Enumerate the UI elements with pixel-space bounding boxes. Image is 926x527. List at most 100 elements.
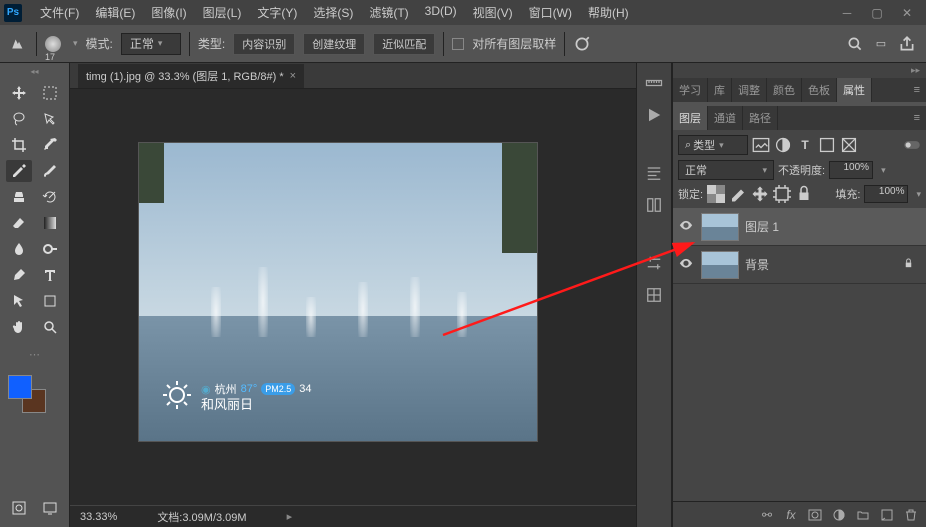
gradient-tool[interactable]	[37, 212, 63, 234]
layer-fx-icon[interactable]: fx	[784, 508, 798, 522]
layer-name[interactable]: 背景	[745, 256, 897, 273]
eraser-tool[interactable]	[6, 212, 32, 234]
color-swatches[interactable]	[0, 373, 69, 417]
document-tab[interactable]: timg (1).jpg @ 33.3% (图层 1, RGB/8#) * ×	[78, 64, 304, 88]
mode-select[interactable]: 正常▾	[121, 33, 181, 55]
crop-tool[interactable]	[6, 134, 32, 156]
panel-icon-play[interactable]	[644, 105, 664, 125]
search-icon[interactable]	[846, 35, 864, 53]
filter-type-icon[interactable]: T	[796, 136, 814, 154]
filter-adjustment-icon[interactable]	[774, 136, 792, 154]
canvas[interactable]: ◉ 杭州 87° PM2.5 34 和风丽日	[138, 142, 538, 442]
layer-name[interactable]: 图层 1	[745, 218, 922, 235]
menu-item[interactable]: 滤镜(T)	[361, 4, 416, 21]
zoom-level[interactable]: 33.33%	[80, 511, 117, 523]
brush-dropdown-icon[interactable]: ▾	[73, 38, 78, 49]
layer-mask-icon[interactable]	[808, 508, 822, 522]
panel-menu-icon[interactable]: ≡	[908, 106, 926, 130]
toolbox-handle[interactable]: ◂◂	[0, 67, 69, 76]
lock-transparent-icon[interactable]	[707, 185, 725, 203]
zoom-tool[interactable]	[37, 316, 63, 338]
type-tool[interactable]	[37, 264, 63, 286]
panel-tab[interactable]: 通道	[708, 106, 743, 130]
menu-item[interactable]: 图层(L)	[195, 4, 250, 21]
visibility-toggle[interactable]	[677, 258, 695, 272]
panel-icon-styles[interactable]	[644, 285, 664, 305]
panel-menu-icon[interactable]: ≡	[908, 78, 926, 102]
minimize-button[interactable]: ─	[832, 3, 862, 23]
panel-tab[interactable]: 库	[708, 78, 732, 102]
pen-tool[interactable]	[6, 264, 32, 286]
quick-mask-tool[interactable]	[8, 497, 31, 519]
filter-toggle[interactable]	[903, 136, 921, 154]
layer-row[interactable]: 背景	[673, 246, 926, 284]
menu-item[interactable]: 视图(V)	[465, 4, 521, 21]
adjustment-layer-icon[interactable]	[832, 508, 846, 522]
clone-stamp-tool[interactable]	[6, 186, 32, 208]
menu-item[interactable]: 文字(Y)	[249, 4, 305, 21]
healing-brush-tool[interactable]	[6, 160, 32, 182]
menu-item[interactable]: 3D(D)	[417, 4, 465, 21]
type-proximity-match-button[interactable]: 近似匹配	[373, 33, 435, 55]
filter-smart-icon[interactable]	[840, 136, 858, 154]
new-layer-icon[interactable]	[880, 508, 894, 522]
blend-mode-select[interactable]: 正常▾	[678, 160, 774, 180]
history-brush-tool[interactable]	[37, 186, 63, 208]
lasso-tool[interactable]	[6, 108, 32, 130]
menu-item[interactable]: 编辑(E)	[87, 4, 143, 21]
fill-input[interactable]: 100%	[864, 185, 908, 203]
opacity-input[interactable]: 100%	[829, 161, 873, 179]
move-tool[interactable]	[6, 82, 32, 104]
menu-item[interactable]: 图像(I)	[143, 4, 194, 21]
brush-tool[interactable]	[37, 160, 63, 182]
panel-icon-paragraph[interactable]	[644, 163, 664, 183]
doc-info[interactable]: 文档:3.09M/3.09M	[157, 509, 246, 525]
lock-artboard-icon[interactable]	[773, 185, 791, 203]
close-button[interactable]: ✕	[892, 3, 922, 23]
visibility-toggle[interactable]	[677, 220, 695, 234]
panel-icon-rulers[interactable]	[644, 73, 664, 93]
menu-item[interactable]: 帮助(H)	[580, 4, 637, 21]
menu-item[interactable]: 窗口(W)	[521, 4, 580, 21]
screen-mode-tool[interactable]	[39, 497, 62, 519]
filter-image-icon[interactable]	[752, 136, 770, 154]
menu-item[interactable]: 文件(F)	[32, 4, 87, 21]
panel-tab[interactable]: 属性	[837, 78, 872, 102]
dodge-tool[interactable]	[37, 238, 63, 260]
panel-collapse-icon[interactable]: ▸▸	[673, 63, 926, 78]
foreground-color[interactable]	[8, 375, 32, 399]
path-select-tool[interactable]	[6, 290, 32, 312]
delete-layer-icon[interactable]	[904, 508, 918, 522]
fill-dropdown-icon[interactable]: ▾	[916, 189, 921, 200]
lock-pixels-icon[interactable]	[729, 185, 747, 203]
panel-tab[interactable]: 图层	[673, 106, 708, 130]
panel-tab[interactable]: 颜色	[767, 78, 802, 102]
marquee-tool[interactable]	[37, 82, 63, 104]
panel-icon-glyphs[interactable]	[644, 195, 664, 215]
type-create-texture-button[interactable]: 创建纹理	[303, 33, 365, 55]
tab-close-icon[interactable]: ×	[290, 70, 296, 82]
panel-tab[interactable]: 学习	[673, 78, 708, 102]
layer-row[interactable]: 图层 1	[673, 208, 926, 246]
panel-tab[interactable]: 调整	[732, 78, 767, 102]
layer-filter-kind[interactable]: ⌕类型▾	[678, 135, 748, 155]
menu-item[interactable]: 选择(S)	[305, 4, 361, 21]
brush-preview-icon[interactable]	[45, 36, 61, 52]
layer-thumbnail[interactable]	[701, 213, 739, 241]
opacity-dropdown-icon[interactable]: ▾	[881, 165, 886, 176]
pressure-icon[interactable]	[573, 35, 591, 53]
share-icon[interactable]	[898, 35, 916, 53]
maximize-button[interactable]: ▢	[862, 3, 892, 23]
type-content-aware-button[interactable]: 内容识别	[233, 33, 295, 55]
workspace-icon[interactable]: ▭	[872, 35, 890, 53]
quick-select-tool[interactable]	[37, 108, 63, 130]
eyedropper-tool[interactable]	[37, 134, 63, 156]
shape-tool[interactable]	[37, 290, 63, 312]
panel-tab[interactable]: 色板	[802, 78, 837, 102]
panel-icon-adjustments[interactable]	[644, 253, 664, 273]
panel-tab[interactable]: 路径	[743, 106, 778, 130]
layer-thumbnail[interactable]	[701, 251, 739, 279]
hand-tool[interactable]	[6, 316, 32, 338]
lock-position-icon[interactable]	[751, 185, 769, 203]
lock-all-icon[interactable]	[795, 185, 813, 203]
